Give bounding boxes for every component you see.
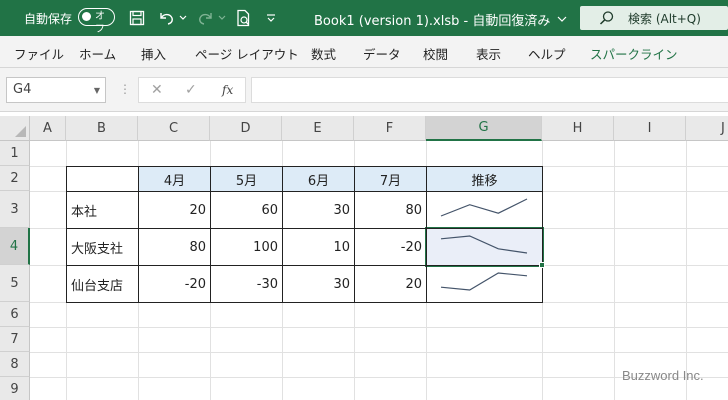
- value-cell[interactable]: 60: [211, 192, 282, 228]
- table-border: [210, 166, 211, 303]
- value-cell[interactable]: 80: [139, 229, 210, 265]
- tab-page-layout[interactable]: ページ レイアウト: [195, 44, 299, 63]
- spreadsheet-grid[interactable]: 4月 5月 6月 7月 推移 本社 大阪支社 仙台支店 20 60 30 80 …: [0, 116, 728, 400]
- row-header-3[interactable]: 3: [0, 191, 30, 228]
- search-box[interactable]: 検索 (Alt+Q): [580, 6, 728, 30]
- sparkline-osaka: [440, 235, 528, 254]
- row-header-9[interactable]: 9: [0, 377, 30, 400]
- table-border: [282, 166, 283, 303]
- row-header-8[interactable]: 8: [0, 352, 30, 377]
- tab-insert[interactable]: 挿入: [141, 44, 166, 63]
- row-label-cell[interactable]: 大阪支社: [67, 229, 138, 265]
- value-cell[interactable]: 30: [283, 192, 354, 228]
- column-header-i[interactable]: I: [614, 116, 686, 141]
- column-header-b[interactable]: B: [66, 116, 138, 141]
- row-label-cell[interactable]: 本社: [67, 192, 138, 228]
- customize-toolbar-icon[interactable]: [261, 8, 281, 28]
- toggle-knob: [82, 12, 91, 21]
- select-all-corner[interactable]: [0, 116, 30, 141]
- value-cell[interactable]: 10: [283, 229, 354, 265]
- tab-view[interactable]: 表示: [476, 44, 501, 63]
- name-box-value: G4: [13, 82, 32, 97]
- sparkline-line: [440, 235, 528, 254]
- column-header-a[interactable]: A: [30, 116, 66, 141]
- column-header-j[interactable]: J: [686, 116, 728, 141]
- gridline: [614, 141, 615, 400]
- watermark: Buzzword Inc.: [622, 368, 704, 383]
- column-header-g[interactable]: G: [426, 116, 542, 141]
- gridline: [30, 327, 728, 328]
- column-header-e[interactable]: E: [282, 116, 354, 141]
- value-cell[interactable]: 30: [283, 266, 354, 302]
- search-placeholder: 検索 (Alt+Q): [628, 12, 701, 26]
- tab-sparkline[interactable]: スパークライン: [590, 44, 678, 63]
- tab-home[interactable]: ホーム: [79, 44, 116, 63]
- table-border: [138, 166, 139, 303]
- search-icon: [599, 10, 615, 30]
- tab-data[interactable]: データ: [363, 44, 401, 63]
- column-header-d[interactable]: D: [210, 116, 282, 141]
- value-cell[interactable]: 100: [211, 229, 282, 265]
- formula-input[interactable]: [251, 77, 728, 103]
- value-cell[interactable]: -20: [355, 229, 426, 265]
- table-header-cell[interactable]: 推移: [427, 167, 542, 191]
- tab-file[interactable]: ファイル: [14, 44, 64, 63]
- column-header-h[interactable]: H: [542, 116, 614, 141]
- gridline: [30, 352, 728, 353]
- row-header-2[interactable]: 2: [0, 166, 30, 191]
- title-bar: 自動保存 オフ Book1 (version 1).xlsb - 自動回復済み …: [0, 0, 728, 36]
- table-border: [354, 166, 355, 303]
- enter-icon[interactable]: ✓: [185, 82, 197, 98]
- undo-dropdown-icon[interactable]: [177, 8, 189, 28]
- table-header-cell[interactable]: 4月: [139, 167, 210, 191]
- redo-dropdown-icon[interactable]: [216, 8, 228, 28]
- table-border: [542, 166, 543, 303]
- autosave-toggle[interactable]: オフ: [78, 8, 115, 35]
- gridline: [686, 141, 687, 400]
- table-border: [66, 166, 67, 303]
- row-header-5[interactable]: 5: [0, 265, 30, 302]
- formula-buttons: ✕ ✓ fx: [138, 77, 246, 103]
- value-cell[interactable]: -30: [211, 266, 282, 302]
- tab-review[interactable]: 校閲: [423, 44, 448, 63]
- name-box[interactable]: G4 ▼: [6, 77, 106, 103]
- document-title: Book1 (version 1).xlsb - 自動回復済み: [314, 14, 551, 29]
- insert-function-button[interactable]: fx: [222, 83, 233, 97]
- row-header-4[interactable]: 4: [0, 228, 30, 265]
- row-label-cell[interactable]: 仙台支店: [67, 266, 138, 302]
- row-header-1[interactable]: 1: [0, 141, 30, 166]
- undo-icon[interactable]: [156, 8, 176, 28]
- ribbon-tabs: ファイル ホーム 挿入 ページ レイアウト 数式 データ 校閲 表示 ヘルプ ス…: [0, 36, 728, 68]
- tab-help[interactable]: ヘルプ: [528, 44, 566, 63]
- value-cell[interactable]: 80: [355, 192, 426, 228]
- table-header-cell[interactable]: 6月: [283, 167, 354, 191]
- row-header-7[interactable]: 7: [0, 327, 30, 352]
- autosave-toggle-state: オフ: [95, 11, 105, 35]
- autosave-label: 自動保存: [24, 12, 73, 26]
- sparkline-line: [440, 198, 528, 217]
- sparkline-honsha: [440, 198, 528, 217]
- save-icon[interactable]: [127, 8, 147, 28]
- sparkline-line: [440, 272, 528, 291]
- sparkline-sendai: [440, 272, 528, 291]
- table-header-cell[interactable]: 5月: [211, 167, 282, 191]
- cancel-icon[interactable]: ✕: [151, 82, 163, 98]
- value-cell[interactable]: -20: [139, 266, 210, 302]
- column-header-c[interactable]: C: [138, 116, 210, 141]
- value-cell[interactable]: 20: [139, 192, 210, 228]
- name-box-dropdown-icon[interactable]: ▼: [94, 86, 100, 95]
- row-header-6[interactable]: 6: [0, 302, 30, 327]
- value-cell[interactable]: 20: [355, 266, 426, 302]
- column-header-f[interactable]: F: [354, 116, 426, 141]
- redo-icon[interactable]: [196, 8, 216, 28]
- formula-bar: G4 ▼ ⋮ ✕ ✓ fx: [0, 68, 728, 112]
- tab-formulas[interactable]: 数式: [311, 44, 336, 63]
- title-dropdown-icon[interactable]: [552, 9, 572, 29]
- print-preview-icon[interactable]: [234, 8, 254, 28]
- table-header-cell[interactable]: 7月: [355, 167, 426, 191]
- formula-bar-splitter[interactable]: ⋮: [119, 82, 131, 96]
